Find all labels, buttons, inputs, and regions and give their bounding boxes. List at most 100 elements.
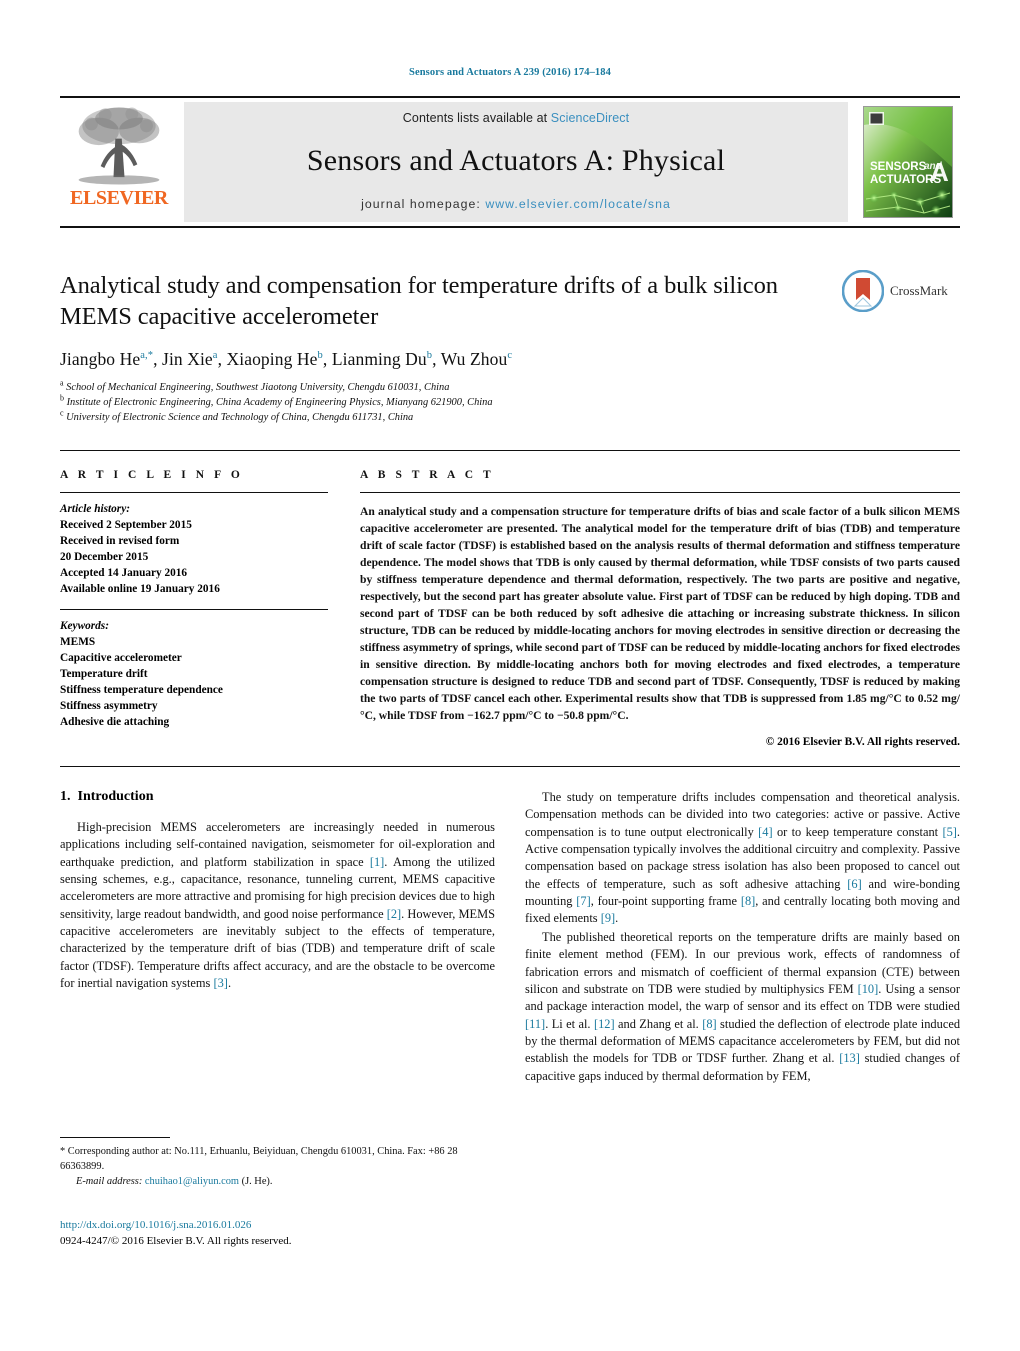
paper-page: Sensors and Actuators A 239 (2016) 174–1… [0, 0, 1020, 1351]
journal-homepage-line: journal homepage: www.elsevier.com/locat… [361, 197, 671, 211]
keywords-rule [60, 608, 328, 610]
elsevier-wordmark: ELSEVIER [70, 186, 168, 209]
author-affiliation-mark: b [317, 350, 323, 362]
keywords-label: Keywords: [60, 619, 109, 632]
article-history-item: Received in revised form [60, 534, 180, 547]
article-info-rule [60, 491, 328, 493]
body-columns: 1. Introduction High-precision MEMS accel… [60, 789, 960, 1085]
citation-link[interactable]: [12] [594, 1017, 615, 1031]
page-title: Analytical study and compensation for te… [60, 271, 778, 330]
journal-homepage-link[interactable]: www.elsevier.com/locate/sna [485, 197, 671, 211]
author-affiliation-mark: b [426, 350, 433, 362]
affiliation-mark: b [60, 393, 64, 403]
citation-link[interactable]: [8] [702, 1017, 716, 1031]
affiliation-mark: a [60, 378, 64, 388]
intro-left-paragraphs: High-precision MEMS accelerometers are i… [60, 819, 495, 993]
citation-link[interactable]: [3] [213, 976, 227, 990]
affiliation-item: a School of Mechanical Engineering, Sout… [60, 378, 450, 394]
issn-copyright-line: 0924-4247/© 2016 Elsevier B.V. All right… [60, 1234, 292, 1247]
abstract-heading: A B S T R A C T [360, 468, 495, 481]
abstract-rule [360, 491, 960, 493]
citation-link[interactable]: [11] [525, 1017, 545, 1031]
article-history-list: Received 2 September 2015 Received in rev… [60, 517, 328, 597]
elsevier-tree-icon [78, 107, 160, 184]
author-name: Wu Zhou [440, 349, 508, 370]
author-affiliation-mark: c [507, 350, 513, 362]
corresponding-author-footnote: * Corresponding author at: No.111, Erhua… [60, 1137, 495, 1189]
citation-link[interactable]: [1] [370, 855, 384, 869]
running-head: Sensors and Actuators A 239 (2016) 174–1… [409, 67, 611, 78]
section-divider [60, 765, 960, 767]
affiliation-item: b Institute of Electronic Engineering, C… [60, 393, 493, 408]
abstract-copyright: © 2016 Elsevier B.V. All rights reserved… [765, 735, 960, 748]
journal-cover-art: SENSORS ACTUATORS and A [863, 105, 953, 218]
keyword-item: MEMS [60, 635, 96, 648]
contents-available-line: Contents lists available at ScienceDirec… [403, 111, 629, 125]
body-column-right: The study on temperature drifts includes… [525, 789, 960, 1085]
keyword-item: Temperature drift [60, 667, 148, 680]
imprint-block: http://dx.doi.org/10.1016/j.sna.2016.01.… [60, 1218, 495, 1250]
author-list: Jiangbo Hea,*, Jin Xiea, Xiaoping Heb, L… [60, 349, 513, 370]
article-history-item: Available online 19 January 2016 [60, 582, 220, 595]
article-history-label: Article history: [60, 502, 130, 515]
citation-link[interactable]: [8] [741, 894, 755, 908]
citation-link[interactable]: [9] [601, 911, 615, 925]
article-info-heading: A R T I C L E I N F O [60, 468, 244, 481]
section-heading-introduction: 1. Introduction [60, 789, 495, 805]
doi-link[interactable]: http://dx.doi.org/10.1016/j.sna.2016.01.… [60, 1218, 495, 1234]
keyword-item: Capacitive accelerometer [60, 651, 182, 664]
email-suffix: (J. He). [239, 1175, 273, 1187]
email-label: E-mail address: [76, 1175, 143, 1187]
article-history-item: Received 2 September 2015 [60, 518, 192, 531]
affiliation-list: a School of Mechanical Engineering, Sout… [60, 378, 960, 425]
citation-link[interactable]: [4] [758, 825, 772, 839]
crossmark-icon [842, 269, 884, 312]
author-name: Jin Xie [162, 349, 213, 370]
intro-right-paragraphs: The study on temperature drifts includes… [525, 789, 960, 1085]
crossmark-label: CrossMark [890, 282, 948, 298]
journal-cover-thumbnail: SENSORS ACTUATORS and A [856, 98, 960, 226]
body-column-left: 1. Introduction High-precision MEMS accel… [60, 789, 495, 1085]
keyword-item: Adhesive die attaching [60, 715, 170, 728]
footnote-rule [60, 1137, 170, 1138]
author-name: Lianming Du [331, 349, 427, 370]
body-paragraph: The published theoretical reports on the… [525, 929, 961, 1083]
keywords-list: MEMS Capacitive accelerometer Temperature … [60, 634, 328, 730]
crossmark-badge[interactable]: CrossMark [842, 266, 960, 316]
body-paragraph: The study on temperature drifts includes… [525, 789, 961, 926]
footnote-corresponding: Corresponding author at: No.111, Erhuanl… [60, 1146, 458, 1172]
citation-link[interactable]: [6] [847, 877, 861, 891]
svg-text:SENSORS: SENSORS [870, 161, 927, 173]
citation-link[interactable]: [2] [387, 907, 401, 921]
author-affiliation-mark: a [212, 350, 218, 362]
citation-link[interactable]: [10] [858, 982, 879, 996]
affiliation-mark: c [60, 408, 64, 418]
abstract-column: A B S T R A C T An analytical study and … [348, 469, 960, 748]
section-title: Introduction [77, 788, 154, 804]
affiliation-item: c University of Electronic Science and T… [60, 408, 414, 423]
keyword-item: Stiffness temperature dependence [60, 683, 223, 696]
author-name: Xiaoping He [226, 349, 318, 370]
email-link[interactable]: chuihao1@aliyun.com [145, 1176, 239, 1187]
section-number: 1. [60, 788, 71, 804]
journal-title: Sensors and Actuators A: Physical [306, 143, 726, 177]
author-name: Jiangbo He [60, 349, 141, 370]
elsevier-logo: ELSEVIER [60, 97, 178, 226]
keyword-item: Stiffness asymmetry [60, 699, 158, 712]
article-history-item: 20 December 2015 [60, 550, 149, 563]
citation-link[interactable]: [5] [942, 825, 956, 839]
journal-band: Contents lists available at ScienceDirec… [184, 101, 848, 222]
journal-masthead: ELSEVIER Contents lists available at Sci… [60, 95, 960, 228]
contents-prefix: Contents lists available at [402, 110, 551, 125]
abstract-text: An analytical study and a compensation s… [360, 504, 960, 722]
citation-link[interactable]: [7] [576, 894, 590, 908]
title-area: Analytical study and compensation for te… [60, 228, 960, 426]
sciencedirect-link[interactable]: ScienceDirect [551, 111, 629, 125]
body-paragraph: High-precision MEMS accelerometers are i… [60, 819, 495, 991]
homepage-prefix: journal homepage: [361, 196, 486, 211]
article-info-column: A R T I C L E I N F O Article history: R… [60, 469, 348, 748]
info-abstract-section: A R T I C L E I N F O Article history: R… [60, 449, 960, 748]
citation-link[interactable]: [13] [839, 1051, 860, 1065]
footnote-text: * Corresponding author at: No.111, Erhua… [60, 1145, 495, 1189]
footnote-email-line: E-mail address: chuihao1@aliyun.com (J. … [60, 1175, 495, 1190]
